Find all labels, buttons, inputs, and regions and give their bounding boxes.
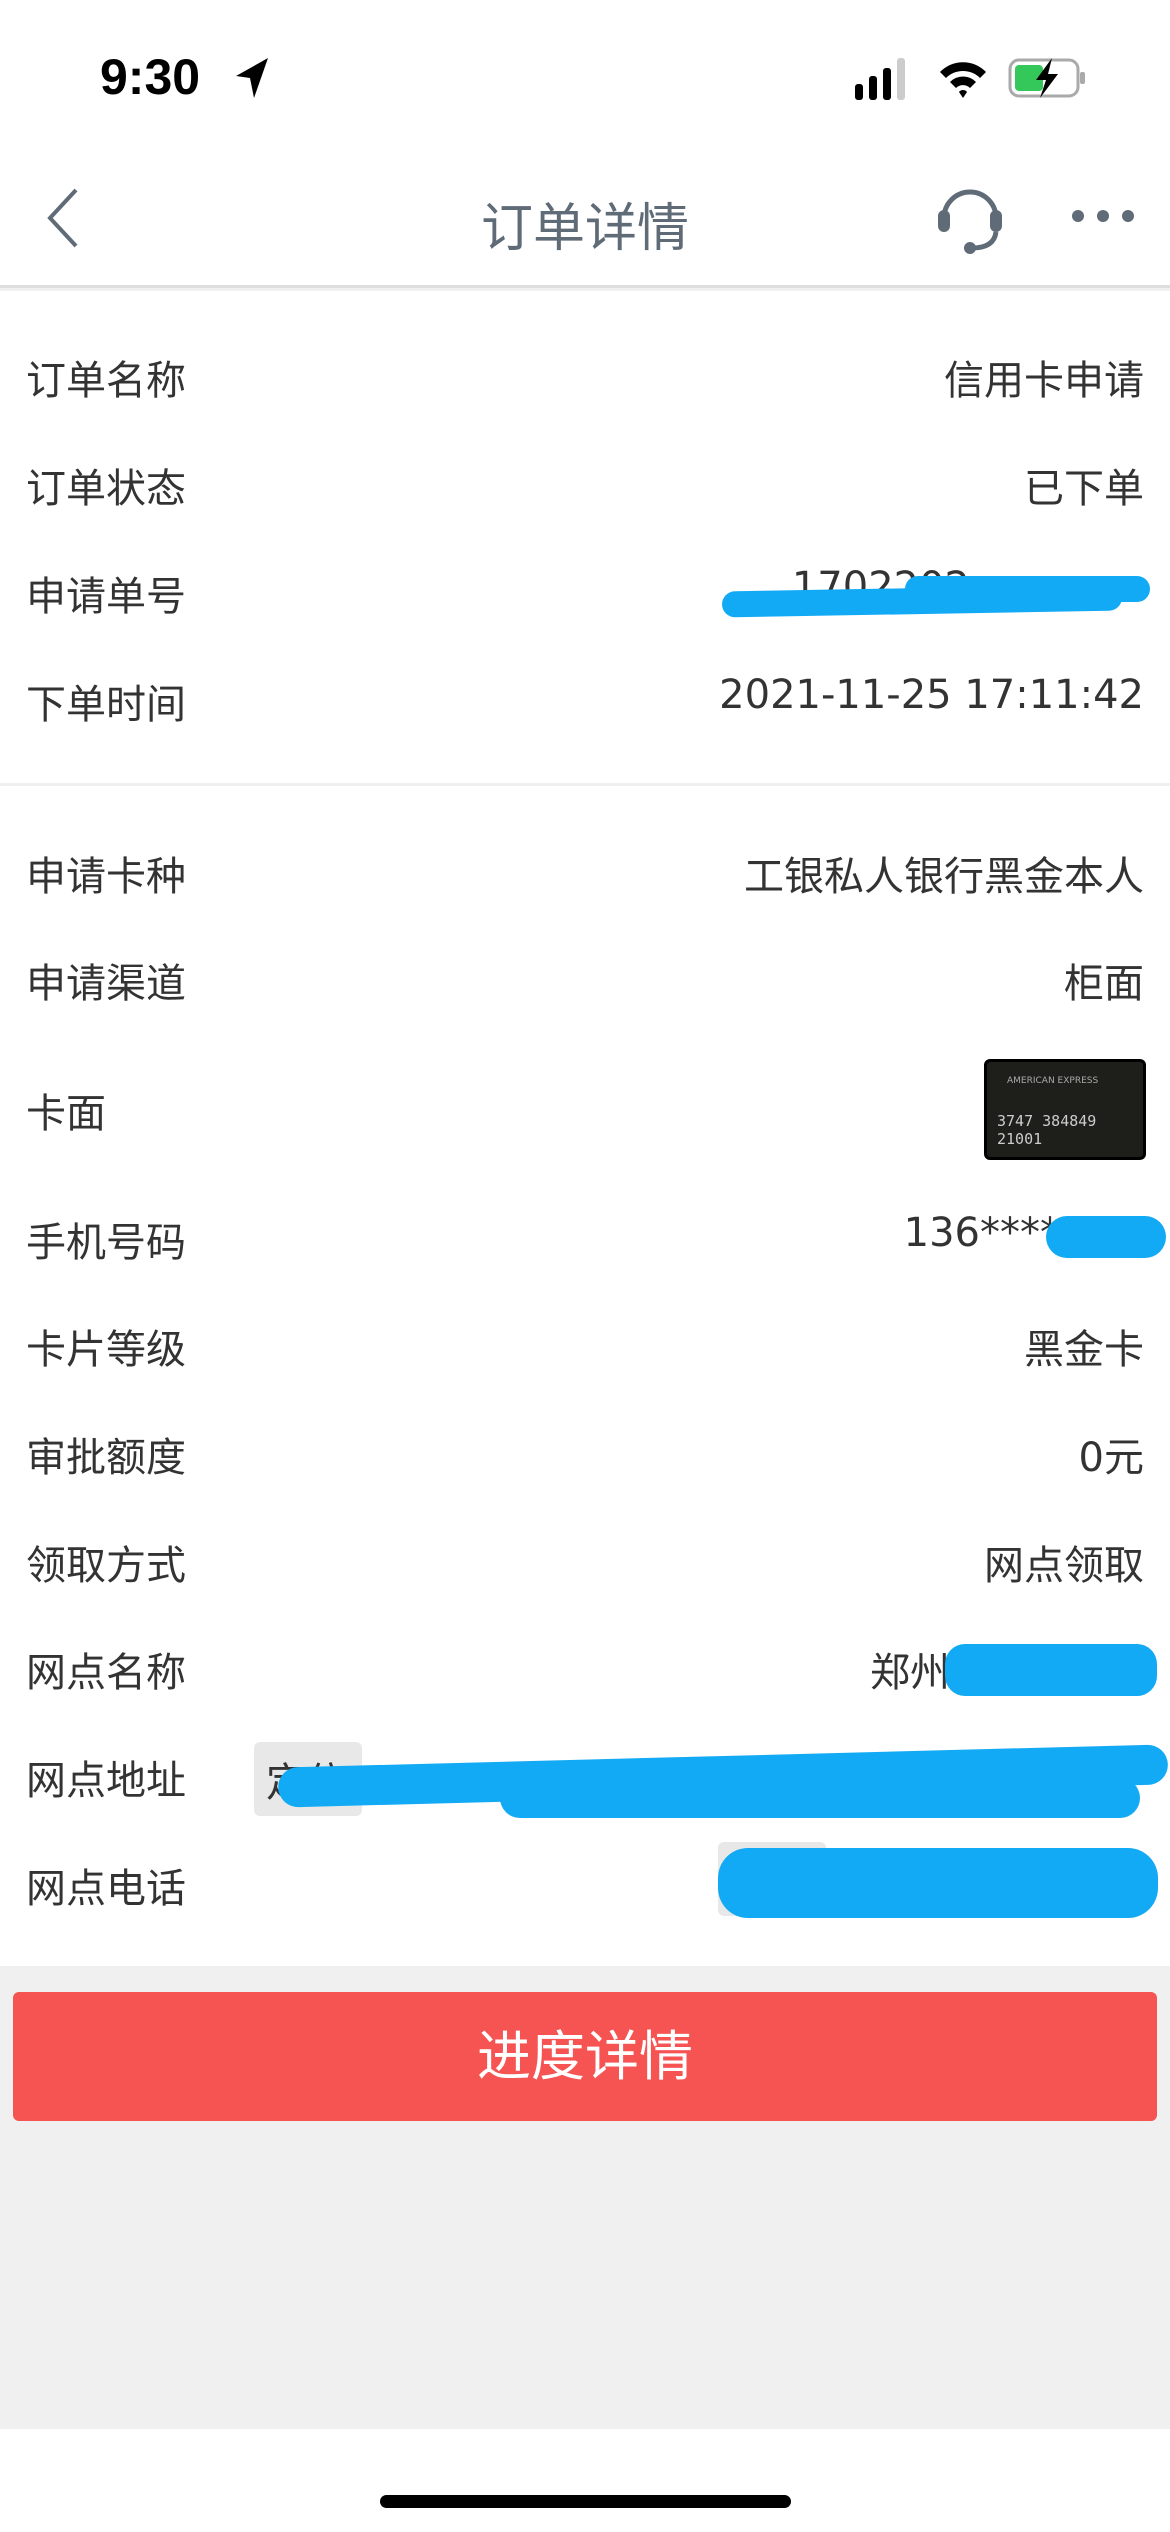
order-status-row: 订单状态 已下单 [0,442,1170,522]
row-value: 136**** [903,1210,1060,1256]
row-label: 申请卡种 [26,854,186,900]
row-value: 0元 [1078,1435,1144,1481]
row-label: 卡片等级 [26,1327,186,1373]
row-label: 下单时间 [26,682,186,728]
card-level-row: 卡片等级 黑金卡 [0,1303,1170,1383]
cellular-signal-icon [855,58,905,100]
redaction-mark [718,1848,1158,1918]
row-label: 卡面 [26,1091,106,1137]
row-label: 订单状态 [26,466,186,512]
card-number-text: 3747 384849 21001 [997,1112,1097,1148]
customer-service-headset-icon[interactable] [932,178,1008,254]
nav-bar: 订单详情 [0,150,1170,288]
home-indicator-area [0,2429,1170,2532]
location-arrow-icon [236,58,268,98]
redaction-mark [1046,1216,1166,1258]
row-label: 申请渠道 [26,961,186,1007]
pickup-method-row: 领取方式 网点领取 [0,1519,1170,1599]
card-face-row: 卡面 AMERICAN EXPRESS 3747 384849 21001 [0,1059,1170,1160]
wifi-icon [940,62,986,98]
row-label: 网点地址 [26,1758,186,1804]
order-time-row: 下单时间 2021-11-25 17:11:42 [0,658,1170,738]
status-bar: 9:30 [0,0,1170,150]
application-number-row: 申请单号 1702202 [0,550,1170,630]
battery-charging-icon [1008,58,1085,98]
row-label: 申请单号 [26,574,186,620]
phone-row: 手机号码 136**** [0,1196,1170,1276]
card-type-row: 申请卡种 工银私人银行黑金本人 [0,830,1170,910]
row-value: 黑金卡 [1024,1327,1144,1373]
redaction-mark [945,1644,1157,1696]
card-brand-text: AMERICAN EXPRESS [1007,1076,1099,1086]
row-label: 领取方式 [26,1543,186,1589]
progress-details-button[interactable]: 进度详情 [13,1992,1157,2121]
row-value: 柜面 [1064,961,1144,1007]
approved-limit-row: 审批额度 0元 [0,1411,1170,1491]
order-info-section: 订单名称 信用卡申请 订单状态 已下单 申请单号 1702202 下单时间 2021-1… [0,291,1170,783]
row-label: 手机号码 [26,1220,186,1266]
row-value: 2021-11-25 17:11:42 [719,672,1144,718]
order-name-row: 订单名称 信用卡申请 [0,334,1170,414]
channel-row: 申请渠道 柜面 [0,937,1170,1017]
row-value: 信用卡申请 [944,358,1144,404]
branch-name-row: 网点名称 郑州市 [0,1626,1170,1706]
row-value: 网点领取 [984,1543,1144,1589]
row-label: 网点名称 [26,1650,186,1696]
row-label: 网点电话 [26,1866,186,1912]
status-time: 9:30 [100,49,201,105]
row-label: 审批额度 [26,1435,186,1481]
card-face-image[interactable]: AMERICAN EXPRESS 3747 384849 21001 [984,1059,1146,1160]
more-icon[interactable] [1070,208,1136,224]
row-label: 订单名称 [26,358,186,404]
redaction-mark [500,1778,1140,1818]
branch-address-row: 网点地址 定位 [0,1734,1170,1818]
branch-phone-row: 网点电话 [0,1842,1170,1922]
redaction-mark [905,576,1150,602]
home-indicator[interactable] [380,2495,791,2508]
row-value: 工银私人银行黑金本人 [744,854,1144,900]
card-details-section: 申请卡种 工银私人银行黑金本人 申请渠道 柜面 卡面 AMERICAN EXPRES… [0,786,1170,1966]
row-value: 已下单 [1024,466,1144,512]
